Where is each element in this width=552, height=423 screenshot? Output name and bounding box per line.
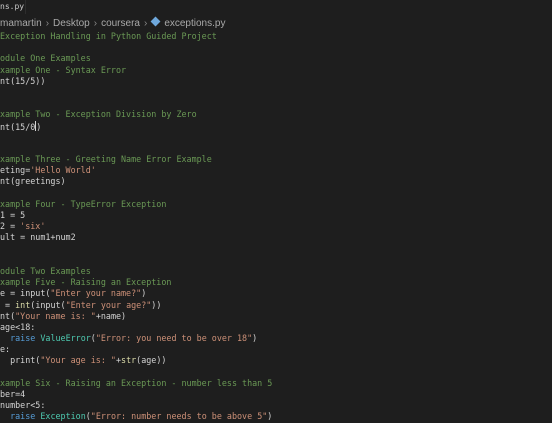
breadcrumb-user[interactable]: mamartin xyxy=(0,18,42,29)
code-token: e = input( xyxy=(0,288,51,299)
code-line[interactable]: xample Four - TypeError Exception xyxy=(0,199,552,210)
code-token: raise xyxy=(10,333,36,344)
code-token: "Your age is: " xyxy=(40,355,116,366)
code-comment: Exception Handling in Python Guided Proj… xyxy=(0,31,217,41)
code-token: str xyxy=(121,355,137,366)
code-line[interactable]: nt(15/0) xyxy=(0,120,552,132)
code-token: 'Hello World' xyxy=(30,165,96,176)
code-line[interactable]: xample Five - Raising an Exception xyxy=(0,277,552,288)
chevron-right-icon: › xyxy=(143,18,148,29)
code-token: "Enter your age?" xyxy=(65,299,152,310)
code-line[interactable]: eting='Hello World' xyxy=(0,165,552,176)
code-token: "Your name is: " xyxy=(15,310,96,321)
code-line[interactable]: xample Three - Greeting Name Error Examp… xyxy=(0,154,552,165)
code-line[interactable]: e = input("Enter your name?") xyxy=(0,288,552,299)
code-comment: odule One Examples xyxy=(0,53,91,64)
code-token: e: xyxy=(0,344,11,355)
code-line[interactable] xyxy=(0,244,552,255)
code-line[interactable]: = int(input("Enter your age?")) xyxy=(0,300,552,311)
code-token: = xyxy=(0,299,16,310)
code-line[interactable] xyxy=(0,87,552,98)
code-comment: xample One - Syntax Error xyxy=(0,64,127,75)
code-token: nt(greetings) xyxy=(0,176,66,187)
editor-tab-bar: ns.py xyxy=(0,0,552,14)
code-line[interactable]: raise ValueError("Error: you need to be … xyxy=(0,333,552,344)
code-line[interactable]: 2 = 'six' xyxy=(0,221,552,232)
code-token: ) xyxy=(141,288,147,299)
code-token: ) xyxy=(36,121,42,132)
code-token: nt(15/0 xyxy=(0,121,36,132)
chevron-right-icon: › xyxy=(45,18,50,29)
code-comment: xample Three - Greeting Name Error Examp… xyxy=(0,154,212,165)
code-line[interactable]: odule Two Examples xyxy=(0,266,552,277)
breadcrumb: mamartin › Desktop › coursera › exceptions.py xyxy=(0,16,225,31)
python-file-icon xyxy=(150,16,161,27)
code-token: +name) xyxy=(95,310,127,321)
code-token: nt(15/5)) xyxy=(0,75,46,86)
code-editor[interactable]: Exception Handling in Python Guided Proj… xyxy=(0,31,552,423)
code-token: print( xyxy=(0,355,41,366)
code-token: ult = num1+num2 xyxy=(0,232,76,243)
code-line[interactable]: number<5: xyxy=(0,400,552,411)
code-token: 'six' xyxy=(20,221,46,232)
code-token: age<18: xyxy=(0,321,36,332)
code-token: (input( xyxy=(30,299,66,310)
code-line[interactable] xyxy=(0,98,552,109)
code-token: 1 = 5 xyxy=(0,210,26,220)
code-token: "Error: number needs to be above 5" xyxy=(90,411,268,422)
code-token: raise xyxy=(10,411,36,422)
code-line[interactable] xyxy=(0,132,552,143)
code-line[interactable] xyxy=(0,143,552,154)
code-token: (age)) xyxy=(136,355,167,366)
code-line[interactable]: e: xyxy=(0,344,552,355)
code-line[interactable]: Exception Handling in Python Guided Proj… xyxy=(0,31,552,42)
code-token: ) xyxy=(267,411,273,422)
breadcrumb-desktop[interactable]: Desktop xyxy=(53,18,90,29)
code-token: nt( xyxy=(0,310,16,321)
breadcrumb-file[interactable]: exceptions.py xyxy=(164,18,225,29)
code-line[interactable]: odule One Examples xyxy=(0,53,552,64)
code-comment: xample Four - TypeError Exception xyxy=(0,198,167,209)
code-comment: odule Two Examples xyxy=(0,265,91,276)
code-line[interactable]: nt("Your name is: "+name) xyxy=(0,311,552,322)
code-line[interactable]: nt(greetings) xyxy=(0,176,552,187)
code-token: Exception xyxy=(40,411,86,422)
code-line[interactable] xyxy=(0,42,552,53)
code-token: ber=4 xyxy=(0,389,26,399)
code-comment: xample Six - Raising an Exception - numb… xyxy=(0,377,273,388)
code-token: eting= xyxy=(0,165,31,176)
chevron-right-icon: › xyxy=(93,18,98,29)
code-line[interactable]: print("Your age is: "+str(age)) xyxy=(0,355,552,366)
code-line[interactable]: age<18: xyxy=(0,322,552,333)
code-line[interactable]: xample One - Syntax Error xyxy=(0,65,552,76)
file-tab-label: ns.py xyxy=(0,2,25,11)
code-line[interactable]: 1 = 5 xyxy=(0,210,552,221)
code-token: ) xyxy=(252,333,258,344)
code-line[interactable]: xample Six - Raising an Exception - numb… xyxy=(0,378,552,389)
code-line[interactable]: ult = num1+num2 xyxy=(0,232,552,243)
code-line[interactable]: nt(15/5)) xyxy=(0,76,552,87)
code-comment: xample Two - Exception Division by Zero xyxy=(0,109,197,120)
code-comment: xample Five - Raising an Exception xyxy=(0,277,172,288)
code-token: 2 = xyxy=(0,221,21,232)
code-token: ValueError xyxy=(40,333,91,344)
code-token: int xyxy=(15,299,31,310)
code-token: number<5: xyxy=(0,400,46,411)
breadcrumb-coursera[interactable]: coursera xyxy=(101,18,140,29)
code-token: "Enter your name?" xyxy=(50,288,142,299)
code-token: )) xyxy=(151,299,162,310)
code-line[interactable] xyxy=(0,255,552,266)
code-line[interactable]: xample Two - Exception Division by Zero xyxy=(0,109,552,120)
file-tab[interactable]: ns.py xyxy=(0,0,26,14)
code-line[interactable] xyxy=(0,188,552,199)
code-token: "Error: you need to be over 18" xyxy=(95,333,253,344)
code-line[interactable] xyxy=(0,367,552,378)
code-line[interactable]: ber=4 xyxy=(0,389,552,400)
code-line[interactable]: raise Exception("Error: number needs to … xyxy=(0,411,552,422)
